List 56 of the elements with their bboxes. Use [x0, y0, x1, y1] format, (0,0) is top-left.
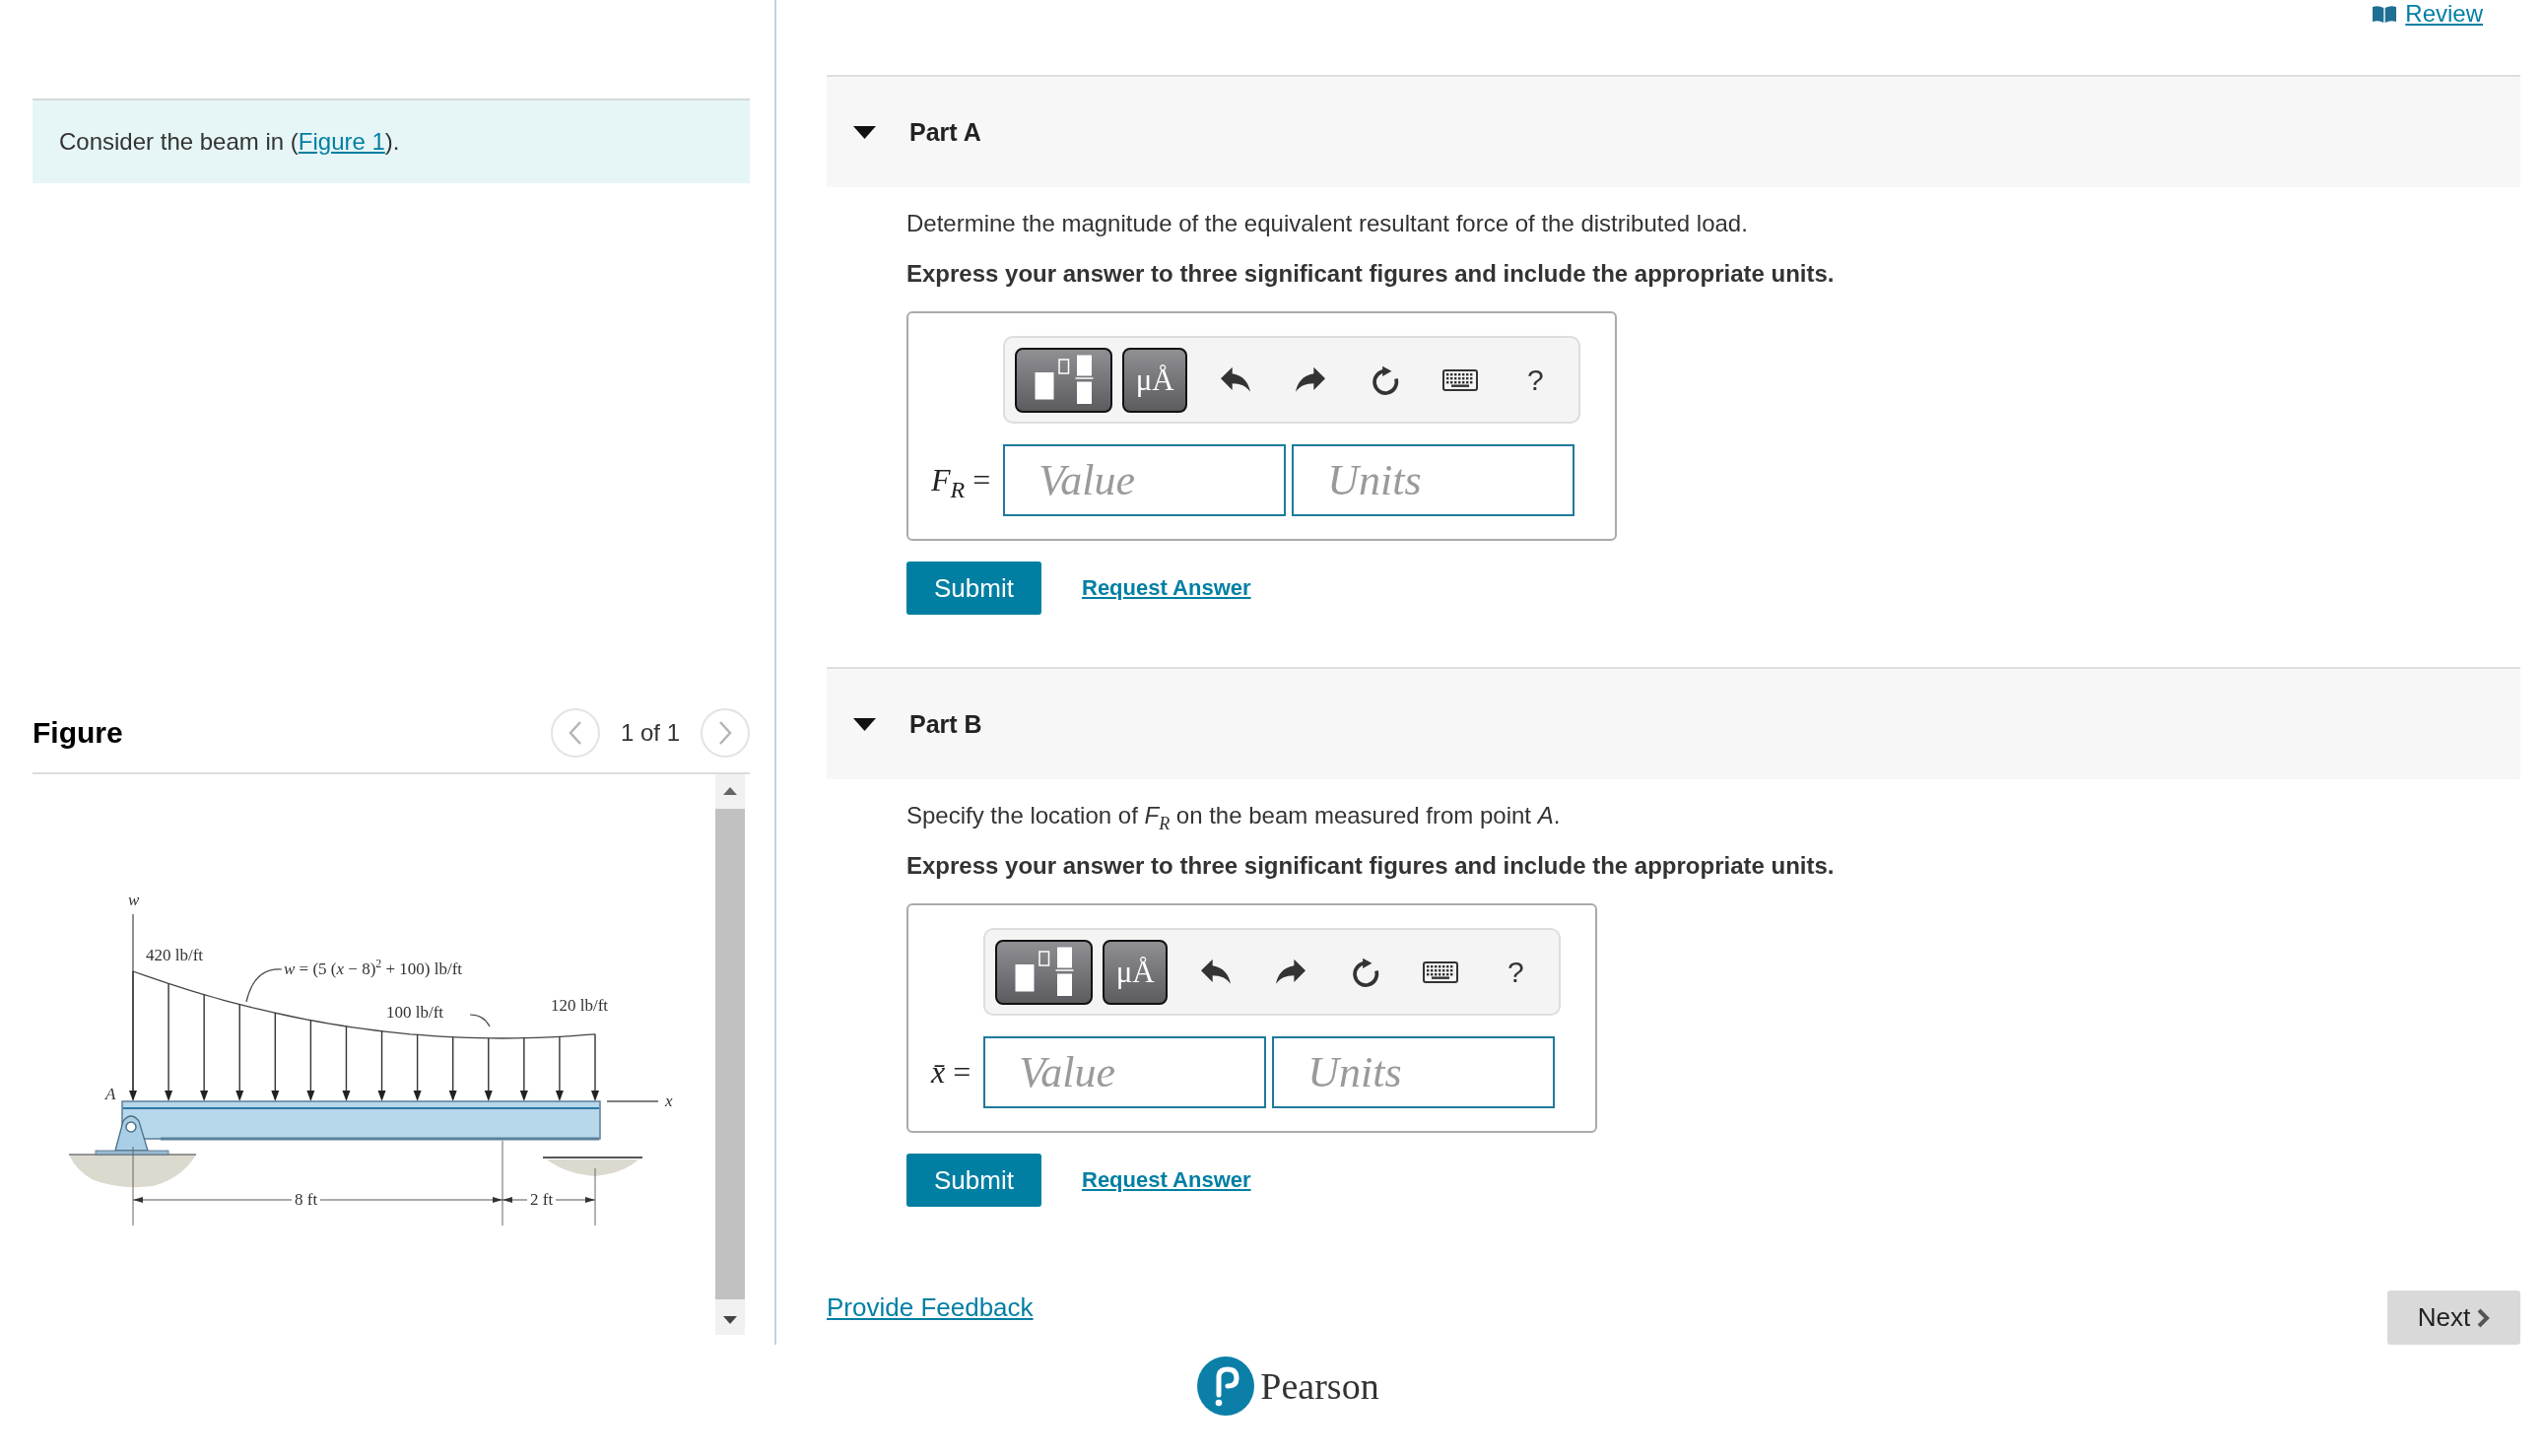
redo-icon[interactable]: [1296, 365, 1326, 394]
templates-button[interactable]: [995, 939, 1094, 1005]
part-title: Part A: [909, 117, 981, 147]
part-header[interactable]: Part B: [827, 667, 2520, 779]
part-title: Part B: [909, 709, 982, 739]
part-header[interactable]: Part A: [827, 75, 2520, 187]
figure-title: Figure: [33, 716, 124, 750]
diagram-label: w: [128, 891, 140, 910]
book-icon[interactable]: [2372, 4, 2398, 24]
instruction-text: Express your answer to three significant figures and include the appropriate units.: [906, 259, 1836, 289]
units-field[interactable]: Units: [1272, 1036, 1556, 1108]
templates-button[interactable]: [1015, 347, 1113, 413]
circular-arrow-icon[interactable]: [1352, 957, 1380, 987]
submit-button[interactable]: Submit: [906, 1154, 1041, 1207]
diagram-label: A: [105, 1085, 116, 1104]
help-button[interactable]: ?: [1515, 356, 1556, 404]
keyboard-icon[interactable]: [1442, 368, 1479, 391]
keyboard-icon[interactable]: [1423, 960, 1459, 983]
figure-link[interactable]: Figure 1: [298, 128, 385, 155]
brand-name: Pearson: [1260, 1364, 1379, 1408]
symbols-button[interactable]: μÅ: [1103, 939, 1169, 1005]
answer-label: x̄ =: [931, 1054, 971, 1091]
template-blocks-icon[interactable]: [1014, 947, 1074, 997]
value-field[interactable]: Value: [983, 1036, 1267, 1108]
down-arrow-icon[interactable]: [723, 1316, 737, 1324]
up-arrow-icon[interactable]: [723, 787, 737, 795]
diagram-label: 420 lb/ft: [146, 946, 204, 965]
feedback-link[interactable]: Provide Feedback: [827, 1291, 1034, 1324]
undo-icon[interactable]: [1201, 958, 1232, 986]
diagram-label: 120 lb/ft: [551, 996, 609, 1016]
redo-icon[interactable]: [1276, 958, 1306, 986]
answer-label: F$_{R}$ =: [931, 462, 991, 498]
units-field[interactable]: Units: [1292, 444, 1575, 516]
diagram-label: w = (5 (x − 8)$^{2}$ + 100) lb/ft: [284, 960, 463, 979]
caret-icon[interactable]: [853, 717, 876, 731]
next-button[interactable]: Next: [2387, 1291, 2520, 1345]
request-answer-link[interactable]: Request Answer: [1082, 575, 1251, 601]
caret-icon[interactable]: [853, 125, 876, 139]
chevron-right-icon[interactable]: [2476, 1306, 2491, 1329]
logo-mark-icon: [1197, 1357, 1255, 1416]
diagram-label: 100 lb/ft: [386, 1003, 444, 1023]
submit-button[interactable]: Submit: [906, 562, 1041, 615]
template-blocks-icon[interactable]: [1034, 355, 1094, 405]
undo-icon[interactable]: [1221, 365, 1251, 394]
question-text: Determine the magnitude of the equivalent resultant force of the distributed load.: [906, 209, 1749, 238]
symbols-button[interactable]: μÅ: [1122, 347, 1188, 413]
review-link[interactable]: Review: [2372, 0, 2483, 28]
diagram-label: x: [665, 1092, 673, 1111]
help-button[interactable]: ?: [1496, 948, 1536, 996]
request-answer-link[interactable]: Request Answer: [1082, 1167, 1251, 1193]
question-text: Specify the location of F$_{R}$ on the beam measured from point A.: [906, 801, 1562, 832]
intro-text: Consider the beam in (Figure 1).: [59, 128, 400, 156]
value-field[interactable]: Value: [1003, 444, 1287, 516]
circular-arrow-icon[interactable]: [1372, 364, 1400, 395]
page-counter: 1 of 1: [620, 719, 680, 747]
instruction-text: Express your answer to three significant figures and include the appropriate units.: [906, 851, 1836, 881]
